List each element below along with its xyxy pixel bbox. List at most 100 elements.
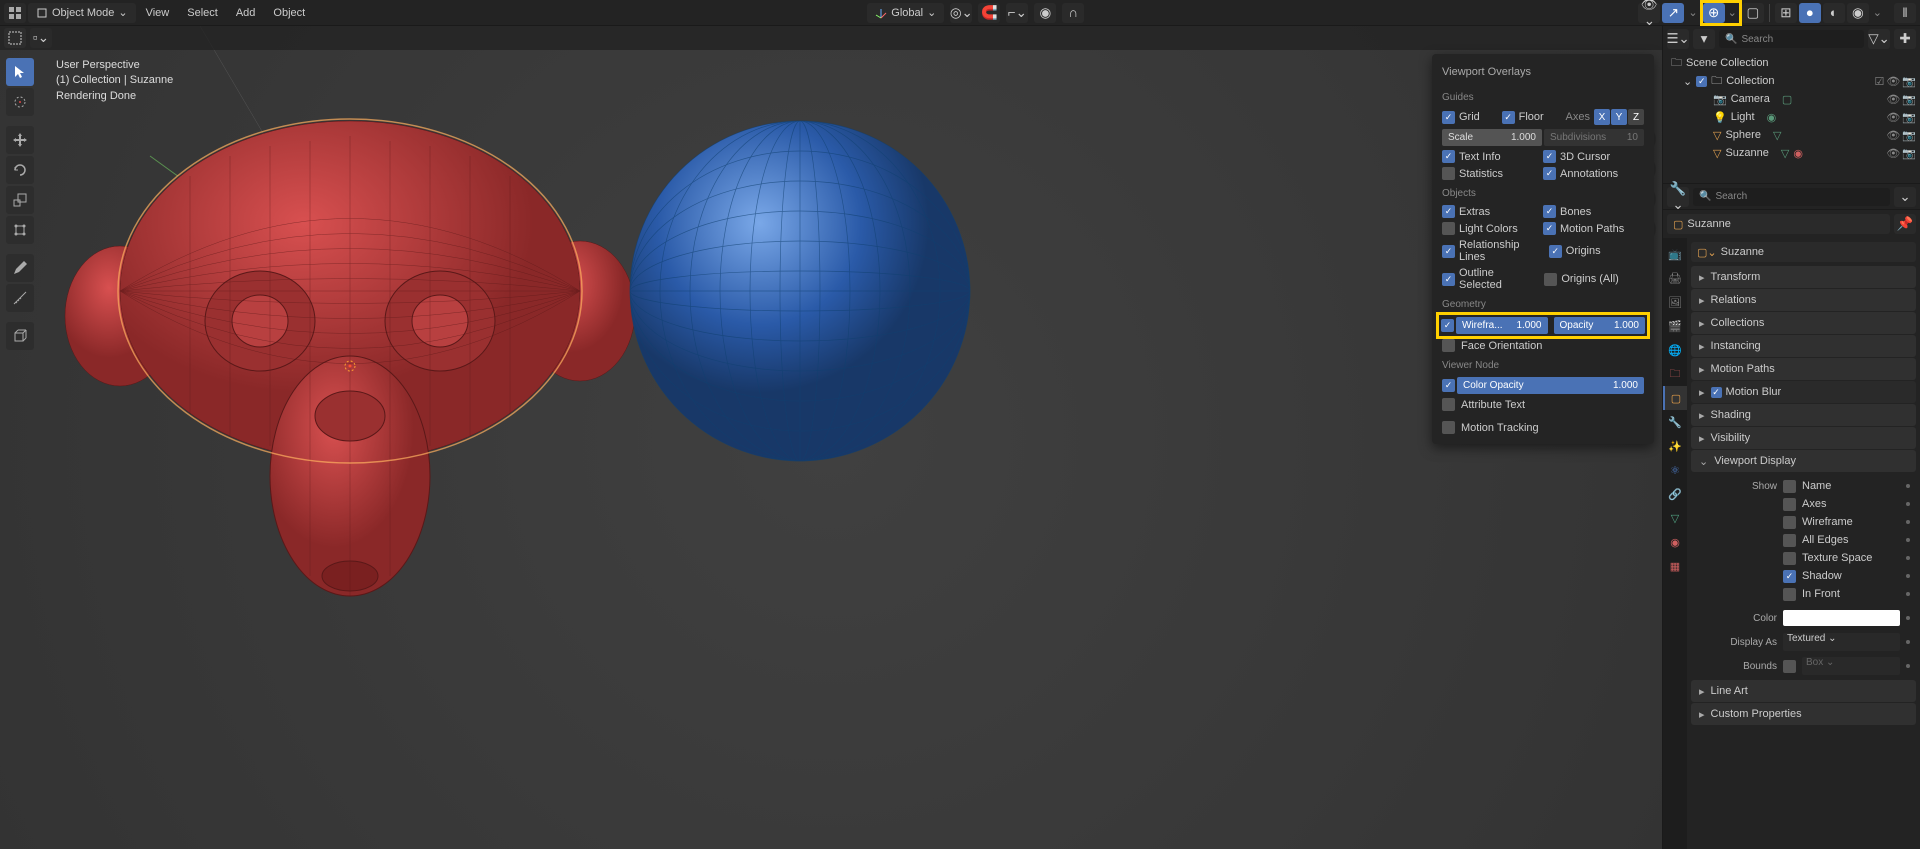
tool-rotate[interactable] [6, 156, 34, 184]
collection-checkbox[interactable] [1696, 76, 1707, 87]
menu-view[interactable]: View [138, 7, 178, 19]
origins-checkbox[interactable] [1549, 245, 1562, 258]
origins-all-checkbox[interactable] [1544, 273, 1557, 286]
outliner-display-mode[interactable]: ▾ [1693, 29, 1715, 49]
3d-viewport[interactable]: ▫⌄ User Perspective (1) Collection | Suz… [0, 26, 1662, 849]
tab-collection[interactable]: 🗀 [1663, 362, 1687, 386]
visibility-dropdown[interactable]: 👁⌄ [1638, 3, 1660, 23]
sphere-mesh[interactable] [625, 116, 975, 466]
editor-type-dropdown[interactable] [4, 3, 26, 23]
light-colors-checkbox[interactable] [1442, 222, 1455, 235]
tree-light[interactable]: 💡 Light ◉ 👁📷 [1663, 108, 1920, 126]
properties-options[interactable]: ⌄ [1894, 187, 1916, 207]
tab-particles[interactable]: ✨ [1663, 434, 1687, 458]
display-as-dropdown[interactable]: Textured ⌄ [1783, 633, 1900, 651]
panel-viewport-display[interactable]: ⌄Viewport Display [1691, 450, 1916, 472]
shading-dropdown[interactable]: ⌄ [1871, 6, 1884, 19]
pivot-dropdown[interactable]: ◎⌄ [950, 3, 972, 23]
panel-relations[interactable]: ▸Relations [1691, 289, 1916, 311]
select-box-icon[interactable] [4, 28, 26, 48]
outline-selected-checkbox[interactable] [1442, 273, 1455, 286]
tab-world[interactable]: 🌐 [1663, 338, 1687, 362]
shadow-checkbox[interactable] [1783, 570, 1796, 583]
tab-output[interactable]: 🖨 [1663, 266, 1687, 290]
menu-select[interactable]: Select [179, 7, 226, 19]
panel-transform[interactable]: ▸Transform [1691, 266, 1916, 288]
tab-texture[interactable]: ▦ [1663, 554, 1687, 578]
menu-add[interactable]: Add [228, 7, 264, 19]
color-opacity-checkbox[interactable] [1442, 379, 1455, 392]
tool-cursor[interactable] [6, 88, 34, 116]
annotations-checkbox[interactable] [1543, 167, 1556, 180]
tab-constraints[interactable]: 🔗 [1663, 482, 1687, 506]
panel-collections[interactable]: ▸Collections [1691, 312, 1916, 334]
tab-physics[interactable]: ⚛ [1663, 458, 1687, 482]
orientation-dropdown[interactable]: Global ⌄ [867, 3, 944, 23]
tab-material[interactable]: ◉ [1663, 530, 1687, 554]
render-icon[interactable]: 📷 [1902, 129, 1916, 142]
eye-icon[interactable]: 👁 [1886, 75, 1900, 88]
axis-z-toggle[interactable]: Z [1628, 109, 1644, 125]
tool-select-box[interactable] [6, 58, 34, 86]
eye-icon[interactable]: 👁 [1886, 93, 1900, 106]
object-name-field[interactable]: ▢⌄ Suzanne [1691, 242, 1916, 262]
motion-blur-checkbox[interactable] [1711, 387, 1722, 398]
properties-search[interactable]: 🔍 Search [1693, 188, 1890, 206]
region-toggle[interactable]: ‖ [1894, 3, 1916, 23]
properties-editor-dropdown[interactable]: 🔧⌄ [1667, 187, 1689, 207]
pin-button[interactable]: 📌 [1894, 214, 1916, 234]
snap-toggle[interactable]: 🧲 [978, 3, 1000, 23]
mode-dropdown[interactable]: Object Mode ⌄ [28, 3, 136, 23]
motion-tracking-checkbox[interactable] [1442, 421, 1455, 434]
name-checkbox[interactable] [1783, 480, 1796, 493]
color-picker[interactable] [1783, 610, 1900, 626]
panel-motion-paths[interactable]: ▸Motion Paths [1691, 358, 1916, 380]
bones-checkbox[interactable] [1543, 205, 1556, 218]
tab-render[interactable]: 📺 [1663, 242, 1687, 266]
tree-collection[interactable]: ⌄ 🗀 Collection ☑👁📷 [1663, 72, 1920, 90]
outliner-tree[interactable]: 🗀 Scene Collection ⌄ 🗀 Collection ☑👁📷 📷 … [1663, 52, 1920, 183]
tool-annotate[interactable] [6, 254, 34, 282]
grid-checkbox[interactable] [1442, 111, 1455, 124]
wireframe-field[interactable]: Wirefra...1.000 [1456, 317, 1548, 334]
panel-custom-props[interactable]: ▸Custom Properties [1691, 703, 1916, 725]
tab-data[interactable]: ▽ [1663, 506, 1687, 530]
tab-modifiers[interactable]: 🔧 [1663, 410, 1687, 434]
exclude-checkbox[interactable]: ☑ [1874, 75, 1884, 88]
eye-icon[interactable]: 👁 [1886, 111, 1900, 124]
render-icon[interactable]: 📷 [1902, 147, 1916, 160]
shading-wireframe[interactable]: ⊞ [1775, 3, 1797, 23]
statistics-checkbox[interactable] [1442, 167, 1455, 180]
overlays-dropdown[interactable]: ⌄ [1726, 6, 1739, 19]
proportional-toggle[interactable]: ◉ [1034, 3, 1056, 23]
tool-scale[interactable] [6, 186, 34, 214]
eye-icon[interactable]: 👁 [1886, 129, 1900, 142]
panel-instancing[interactable]: ▸Instancing [1691, 335, 1916, 357]
3d-cursor-checkbox[interactable] [1543, 150, 1556, 163]
render-icon[interactable]: 📷 [1902, 93, 1916, 106]
drag-action-dropdown[interactable]: ▫⌄ [30, 28, 52, 48]
tool-add-cube[interactable] [6, 322, 34, 350]
panel-visibility[interactable]: ▸Visibility [1691, 427, 1916, 449]
tab-object[interactable]: ▢ [1663, 386, 1687, 410]
tab-scene[interactable]: 🎬 [1663, 314, 1687, 338]
gizmo-toggle[interactable]: ↗ [1662, 3, 1684, 23]
wireframe-obj-checkbox[interactable] [1783, 516, 1796, 529]
panel-motion-blur[interactable]: ▸Motion Blur [1691, 381, 1916, 403]
render-icon[interactable]: 📷 [1902, 111, 1916, 124]
bounds-checkbox[interactable] [1783, 660, 1796, 673]
shading-material[interactable]: ◐ [1823, 3, 1845, 23]
scale-field[interactable]: Scale1.000 [1442, 129, 1542, 146]
gizmo-dropdown[interactable]: ⌄ [1686, 6, 1699, 19]
in-front-checkbox[interactable] [1783, 588, 1796, 601]
tool-move[interactable] [6, 126, 34, 154]
panel-line-art[interactable]: ▸Line Art [1691, 680, 1916, 702]
snap-dropdown[interactable]: ⌐⌄ [1006, 3, 1028, 23]
shading-rendered[interactable]: ◉ [1847, 3, 1869, 23]
axis-y-toggle[interactable]: Y [1611, 109, 1627, 125]
menu-object[interactable]: Object [265, 7, 313, 19]
tree-sphere[interactable]: ▽ Sphere ▽ 👁📷 [1663, 126, 1920, 144]
shading-solid[interactable]: ● [1799, 3, 1821, 23]
outliner-search[interactable]: 🔍 Search [1719, 30, 1864, 48]
text-info-checkbox[interactable] [1442, 150, 1455, 163]
